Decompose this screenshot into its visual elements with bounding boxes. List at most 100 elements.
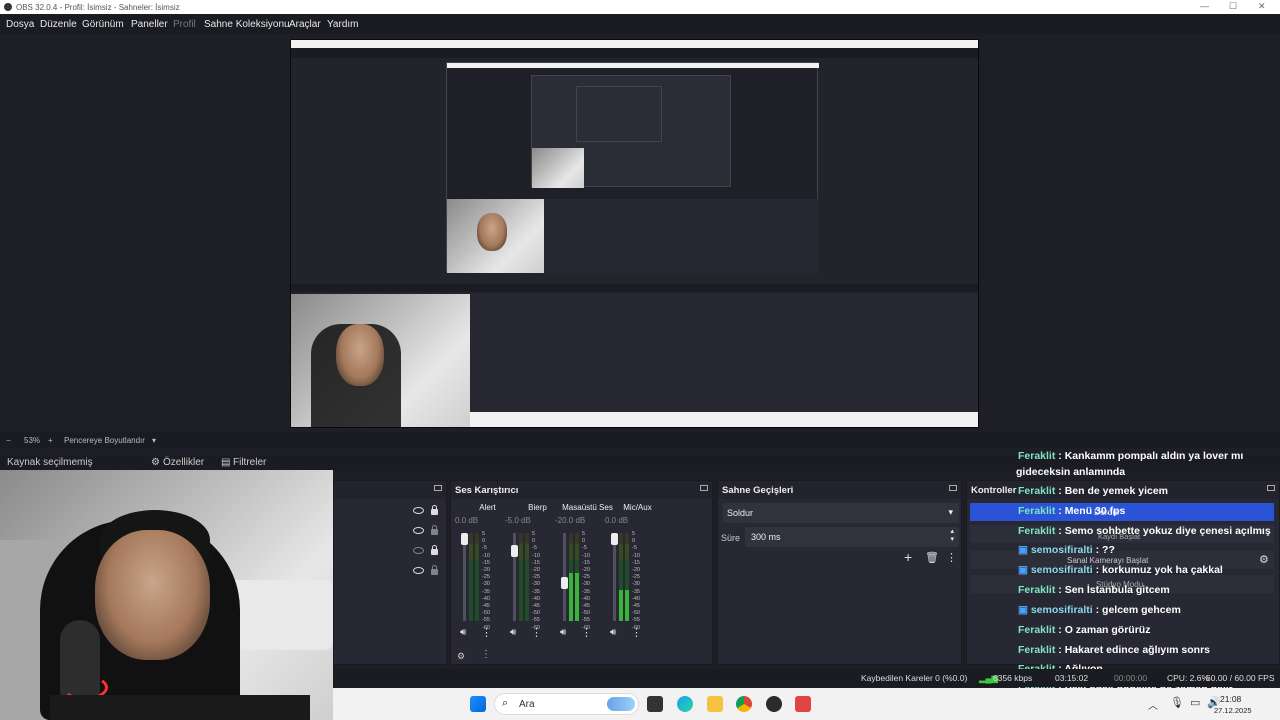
meter-scale-tick: 0 <box>582 538 586 545</box>
menu-duzenle[interactable]: Düzenle <box>40 19 77 30</box>
close-button[interactable]: ✕ <box>1258 1 1266 12</box>
chat-message: Feraklit : Semo sohbette yokuz diye çene… <box>1018 525 1271 537</box>
network-icon[interactable]: ▭ <box>1190 696 1200 709</box>
add-transition-icon[interactable]: + <box>904 549 912 565</box>
duration-input[interactable]: 300 ms ▴ ▾ <box>745 527 959 547</box>
meter-scale-tick: -30 <box>482 581 490 588</box>
microphone-icon[interactable]: 🎙 <box>1170 696 1184 709</box>
meter-scale-tick: -35 <box>632 588 640 595</box>
sources-dock <box>333 480 447 665</box>
start-icon[interactable] <box>470 696 486 712</box>
taskbar-search[interactable]: ⌕ Ara <box>494 693 639 715</box>
clock-time[interactable]: 21:08 <box>1220 694 1241 704</box>
menu-paneller[interactable]: Paneller <box>131 19 168 30</box>
chevron-up-icon[interactable]: ︿ <box>1148 697 1158 712</box>
edge-icon[interactable] <box>677 696 693 712</box>
meter-scale-tick: -25 <box>532 574 540 581</box>
properties-button[interactable]: Özellikler <box>163 457 204 468</box>
duration-label: Süre <box>721 533 741 543</box>
filters-button[interactable]: Filtreler <box>233 457 266 468</box>
audio-level-meter <box>569 533 573 621</box>
channel-menu-icon[interactable]: ⋮ <box>581 626 592 639</box>
meter-scale-tick: -50 <box>632 610 640 617</box>
chat-text: : Ben de yemek yicem <box>1055 485 1168 497</box>
popout-icon[interactable] <box>1267 485 1275 491</box>
lock-icon[interactable] <box>431 545 438 555</box>
menu-dosya[interactable]: Dosya <box>6 19 34 30</box>
app-icon[interactable] <box>795 696 811 712</box>
meter-scale-tick: -55 <box>482 617 490 624</box>
eye-hidden-icon[interactable] <box>413 547 424 554</box>
menu-yardim[interactable]: Yardım <box>327 19 359 30</box>
channel-menu-icon[interactable]: ⋮ <box>481 626 492 639</box>
volume-fader-track[interactable] <box>613 533 616 621</box>
meter-scale-tick: 0 <box>532 538 536 545</box>
chat-username: semosifiralti <box>1030 604 1093 616</box>
audio-level-meter <box>619 533 623 621</box>
scene-transitions-dock: Sahne Geçişleri Soldur ▾ Süre 300 ms ▴ ▾ … <box>717 480 962 665</box>
speaker-icon[interactable]: 🔊︎ <box>610 627 616 638</box>
gear-icon[interactable]: ⚙ <box>1259 553 1269 566</box>
file-explorer-icon[interactable] <box>707 696 723 712</box>
program-preview[interactable] <box>290 39 979 428</box>
chat-username: Feraklit <box>1018 624 1056 636</box>
meter-scale-tick: -50 <box>482 610 490 617</box>
search-highlight-icon <box>607 697 635 711</box>
chat-text: : Semo sohbette yokuz diye çenesi açılmı… <box>1055 525 1271 537</box>
clock-date[interactable]: 27.12.2025 <box>1214 706 1252 715</box>
meter-scale-tick: -5 <box>582 545 587 552</box>
speaker-icon[interactable]: 🔊︎ <box>510 627 516 638</box>
zoom-in-button[interactable]: + <box>48 436 53 445</box>
audio-level-meter <box>475 533 479 621</box>
menu-araclar[interactable]: Araçlar <box>289 19 321 30</box>
meter-scale-tick: -10 <box>632 552 640 559</box>
lock-icon[interactable] <box>431 565 438 575</box>
chat-message: gideceksin anlamında <box>1016 466 1125 478</box>
menu-profil[interactable]: Profil <box>173 19 196 30</box>
duration-value: 300 ms <box>751 532 781 542</box>
meter-scale-tick: -20 <box>482 567 490 574</box>
lock-icon[interactable] <box>431 525 438 535</box>
speaker-icon[interactable]: 🔊︎ <box>460 627 466 638</box>
meter-scale-tick: 0 <box>482 538 486 545</box>
channel-menu-icon[interactable]: ⋮ <box>631 626 642 639</box>
badge-icon: ▣ <box>1018 544 1031 556</box>
spinner-arrows-icon[interactable]: ▴ ▾ <box>950 528 954 544</box>
volume-fader-track[interactable] <box>463 533 466 621</box>
transition-menu-icon[interactable]: ⋮ <box>946 551 957 564</box>
obs-icon[interactable] <box>766 696 782 712</box>
volume-fader-knob[interactable] <box>561 577 568 589</box>
mixer-settings-icon[interactable]: ⚙ <box>457 651 465 662</box>
transition-select[interactable]: Soldur ▾ <box>723 503 959 523</box>
eye-icon[interactable] <box>413 527 424 534</box>
chat-text: : gelcem gehcem <box>1092 604 1181 616</box>
meter-scale-tick: -5 <box>482 545 487 552</box>
popout-icon[interactable] <box>949 485 957 491</box>
eye-icon[interactable] <box>413 507 424 514</box>
task-view-icon[interactable] <box>647 696 663 712</box>
scale-mode-select[interactable]: Pencereye Boyutlandır <box>64 436 145 445</box>
maximize-button[interactable]: ☐ <box>1229 1 1237 12</box>
meter-scale-tick: -15 <box>532 559 540 566</box>
volume-fader-knob[interactable] <box>461 533 468 545</box>
badge-icon: ▣ <box>1018 564 1031 576</box>
volume-fader-knob[interactable] <box>611 533 618 545</box>
minimize-button[interactable]: — <box>1200 1 1209 11</box>
chevron-down-icon[interactable]: ▾ <box>152 436 156 445</box>
webcam-overlay <box>0 470 333 720</box>
eye-icon[interactable] <box>413 567 424 574</box>
speaker-icon[interactable]: 🔊︎ <box>560 627 566 638</box>
chrome-icon[interactable] <box>736 696 752 712</box>
popout-icon[interactable] <box>434 485 442 491</box>
menu-sahne-koleksiyonu[interactable]: Sahne Koleksiyonu <box>204 19 290 30</box>
volume-fader-knob[interactable] <box>511 545 518 557</box>
zoom-out-button[interactable]: − <box>6 436 11 445</box>
channel-menu-icon[interactable]: ⋮ <box>531 626 542 639</box>
face <box>95 530 210 660</box>
meter-mask <box>525 533 529 621</box>
trash-icon[interactable]: 🗑 <box>925 551 939 564</box>
menu-gorunum[interactable]: Görünüm <box>82 19 124 30</box>
meter-scale-tick: -40 <box>632 595 640 602</box>
lock-icon[interactable] <box>431 505 438 515</box>
mixer-menu-icon[interactable]: ⋮ <box>481 649 491 660</box>
